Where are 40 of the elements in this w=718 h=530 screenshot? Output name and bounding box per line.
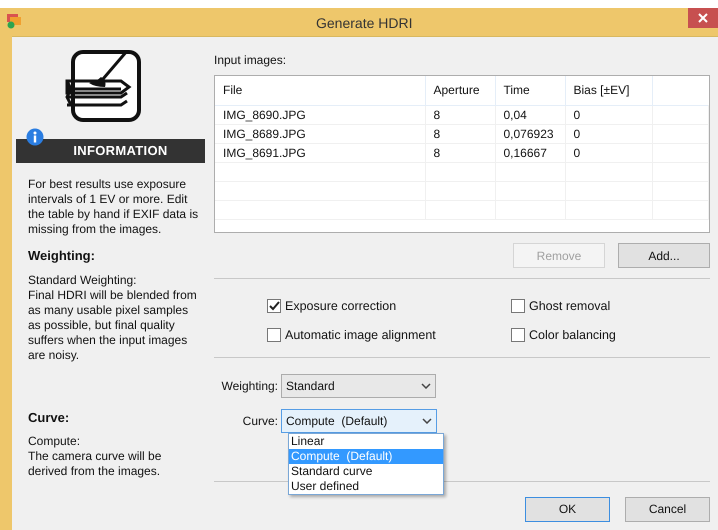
column-header[interactable]: File <box>215 76 425 105</box>
table-cell: 8 <box>425 124 495 143</box>
table-cell: 0 <box>565 124 652 143</box>
dialog-button[interactable]: Cancel <box>625 496 710 522</box>
section-text: The camera curve will be derived from the images. <box>28 449 162 479</box>
curve-label: Curve: <box>242 412 279 430</box>
information-heading: INFORMATION <box>73 142 168 160</box>
checkbox-label: Ghost removal <box>529 298 610 315</box>
table-cell: 8 <box>425 143 495 162</box>
checkbox-label: Color balancing <box>529 326 616 344</box>
column-header[interactable]: Time <box>495 76 565 105</box>
dropdown-option[interactable]: Linear <box>289 434 443 448</box>
section-text: Standard Weighting: <box>28 272 138 288</box>
window-title: Generate HDRI <box>316 14 412 33</box>
section-text: Final HDRI will be blended from as many usable pixel samples as possible, but final quality suffers when the input images are noisy. <box>28 288 198 362</box>
column-header[interactable]: Aperture <box>425 76 495 105</box>
checkbox-label: Exposure correction <box>285 298 396 315</box>
curve-dropdown[interactable]: Compute (Default) <box>281 408 437 432</box>
table-cell: 0 <box>565 105 652 124</box>
table-cell: IMG_8689.JPG <box>215 124 425 143</box>
section-heading: Weighting: <box>28 247 96 265</box>
dropdown-option[interactable]: User defined <box>289 478 443 494</box>
input-images-label: Input images: <box>214 52 288 69</box>
section-heading: Curve: <box>28 408 70 426</box>
section-text: Compute: <box>28 434 82 449</box>
table-cell: 0,16667 <box>495 143 565 162</box>
dropdown-option[interactable]: Standard curve <box>289 464 443 478</box>
table-cell: 8 <box>425 105 495 124</box>
table-cell: IMG_8691.JPG <box>215 143 425 162</box>
table-cell: 0 <box>565 143 652 162</box>
checkbox-label: Automatic image alignment <box>285 326 436 344</box>
information-text: For best results use exposure intervals of 1 EV or more. Edit the table by hand if EXIF data is missing from the images. <box>28 177 200 237</box>
table-cell: 0,04 <box>495 105 565 124</box>
weighting-label: Weighting: <box>220 378 279 394</box>
table-button[interactable]: Add... <box>618 243 710 268</box>
dialog-button[interactable]: OK <box>525 496 610 522</box>
column-header[interactable]: Bias [±EV] <box>565 76 652 105</box>
table-cell: 0,076923 <box>495 124 565 143</box>
weighting-dropdown[interactable]: Standard <box>281 374 436 398</box>
table-cell: IMG_8690.JPG <box>215 105 425 124</box>
